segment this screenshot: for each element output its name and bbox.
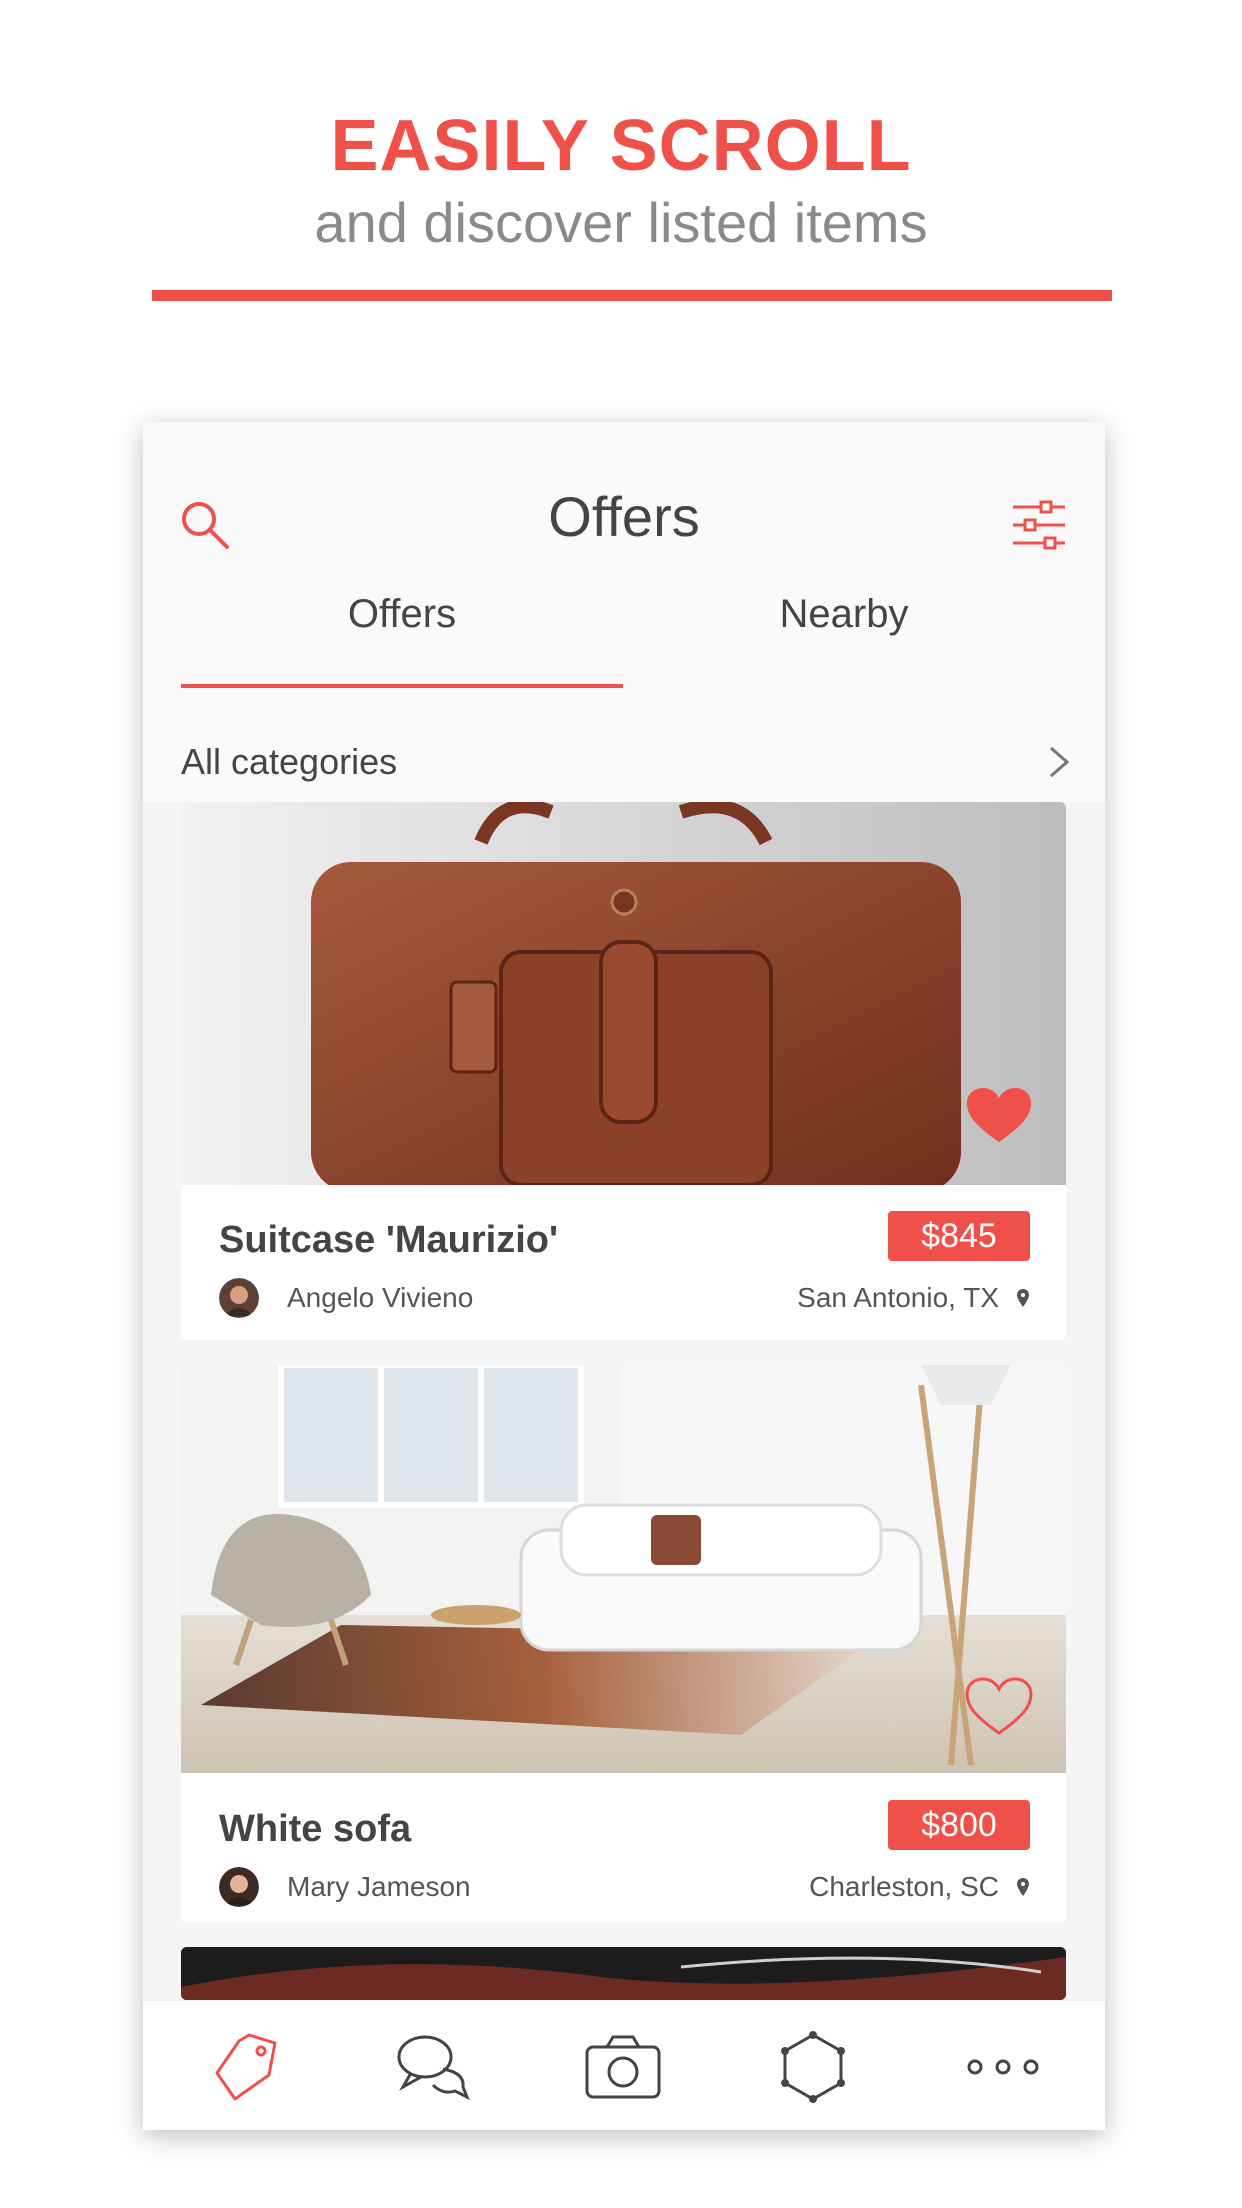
- listing-card[interactable]: White sofa $800 Mary Jameson Charleston,…: [181, 1365, 1066, 1923]
- promo-divider: [152, 290, 1112, 301]
- seller-name: Mary Jameson: [287, 1871, 471, 1902]
- categories-selector[interactable]: All categories: [181, 722, 1071, 802]
- listing-card[interactable]: [181, 1947, 1066, 2000]
- seller-row: Angelo Vivieno San Antonio, TX: [219, 1276, 1029, 1320]
- filter-icon[interactable]: [1011, 497, 1067, 553]
- price-badge: $845: [888, 1211, 1030, 1261]
- seller-name: Angelo Vivieno: [287, 1282, 474, 1313]
- categories-label: All categories: [181, 741, 398, 782]
- more-icon[interactable]: [963, 2029, 1043, 2105]
- listing-image: [181, 1365, 1066, 1773]
- app-header: Offers Offers Nearby All categories: [143, 422, 1105, 802]
- price-badge: $800: [888, 1800, 1030, 1850]
- tag-icon[interactable]: [209, 2029, 289, 2105]
- hexagon-icon[interactable]: [773, 2029, 853, 2105]
- location-text: Charleston, SC: [809, 1871, 999, 1902]
- listing-image: [181, 1947, 1066, 2000]
- tab-selected-indicator: [181, 684, 623, 688]
- listing-image: [181, 802, 1066, 1185]
- app-screen: Offers Offers Nearby All categories Suit…: [143, 422, 1105, 2130]
- page-title: Offers: [548, 485, 700, 548]
- listing-location: Charleston, SC: [809, 1871, 1029, 1903]
- chevron-right-icon: [1050, 746, 1070, 778]
- promo-headline: EASILY SCROLL: [330, 106, 912, 186]
- chat-icon[interactable]: [393, 2029, 473, 2105]
- seller-row: Mary Jameson Charleston, SC: [219, 1865, 1029, 1909]
- listing-card[interactable]: Suitcase 'Maurizio' $845 Angelo Vivieno …: [181, 802, 1066, 1340]
- favorite-heart-icon[interactable]: [965, 1086, 1033, 1146]
- avatar: [219, 1278, 259, 1318]
- favorite-heart-icon[interactable]: [965, 1677, 1033, 1737]
- location-text: San Antonio, TX: [797, 1282, 999, 1313]
- listing-title: Suitcase 'Maurizio': [219, 1219, 559, 1261]
- tab-nearby[interactable]: Nearby: [623, 592, 1065, 637]
- camera-icon[interactable]: [583, 2029, 663, 2105]
- listing-title: White sofa: [219, 1808, 412, 1850]
- avatar: [219, 1867, 259, 1907]
- location-pin-icon: [1017, 1289, 1029, 1307]
- promo-subheadline: and discover listed items: [314, 191, 928, 254]
- tab-offers[interactable]: Offers: [181, 592, 623, 637]
- listing-location: San Antonio, TX: [797, 1282, 1029, 1314]
- location-pin-icon: [1017, 1878, 1029, 1896]
- bottom-tab-bar: [143, 2000, 1105, 2130]
